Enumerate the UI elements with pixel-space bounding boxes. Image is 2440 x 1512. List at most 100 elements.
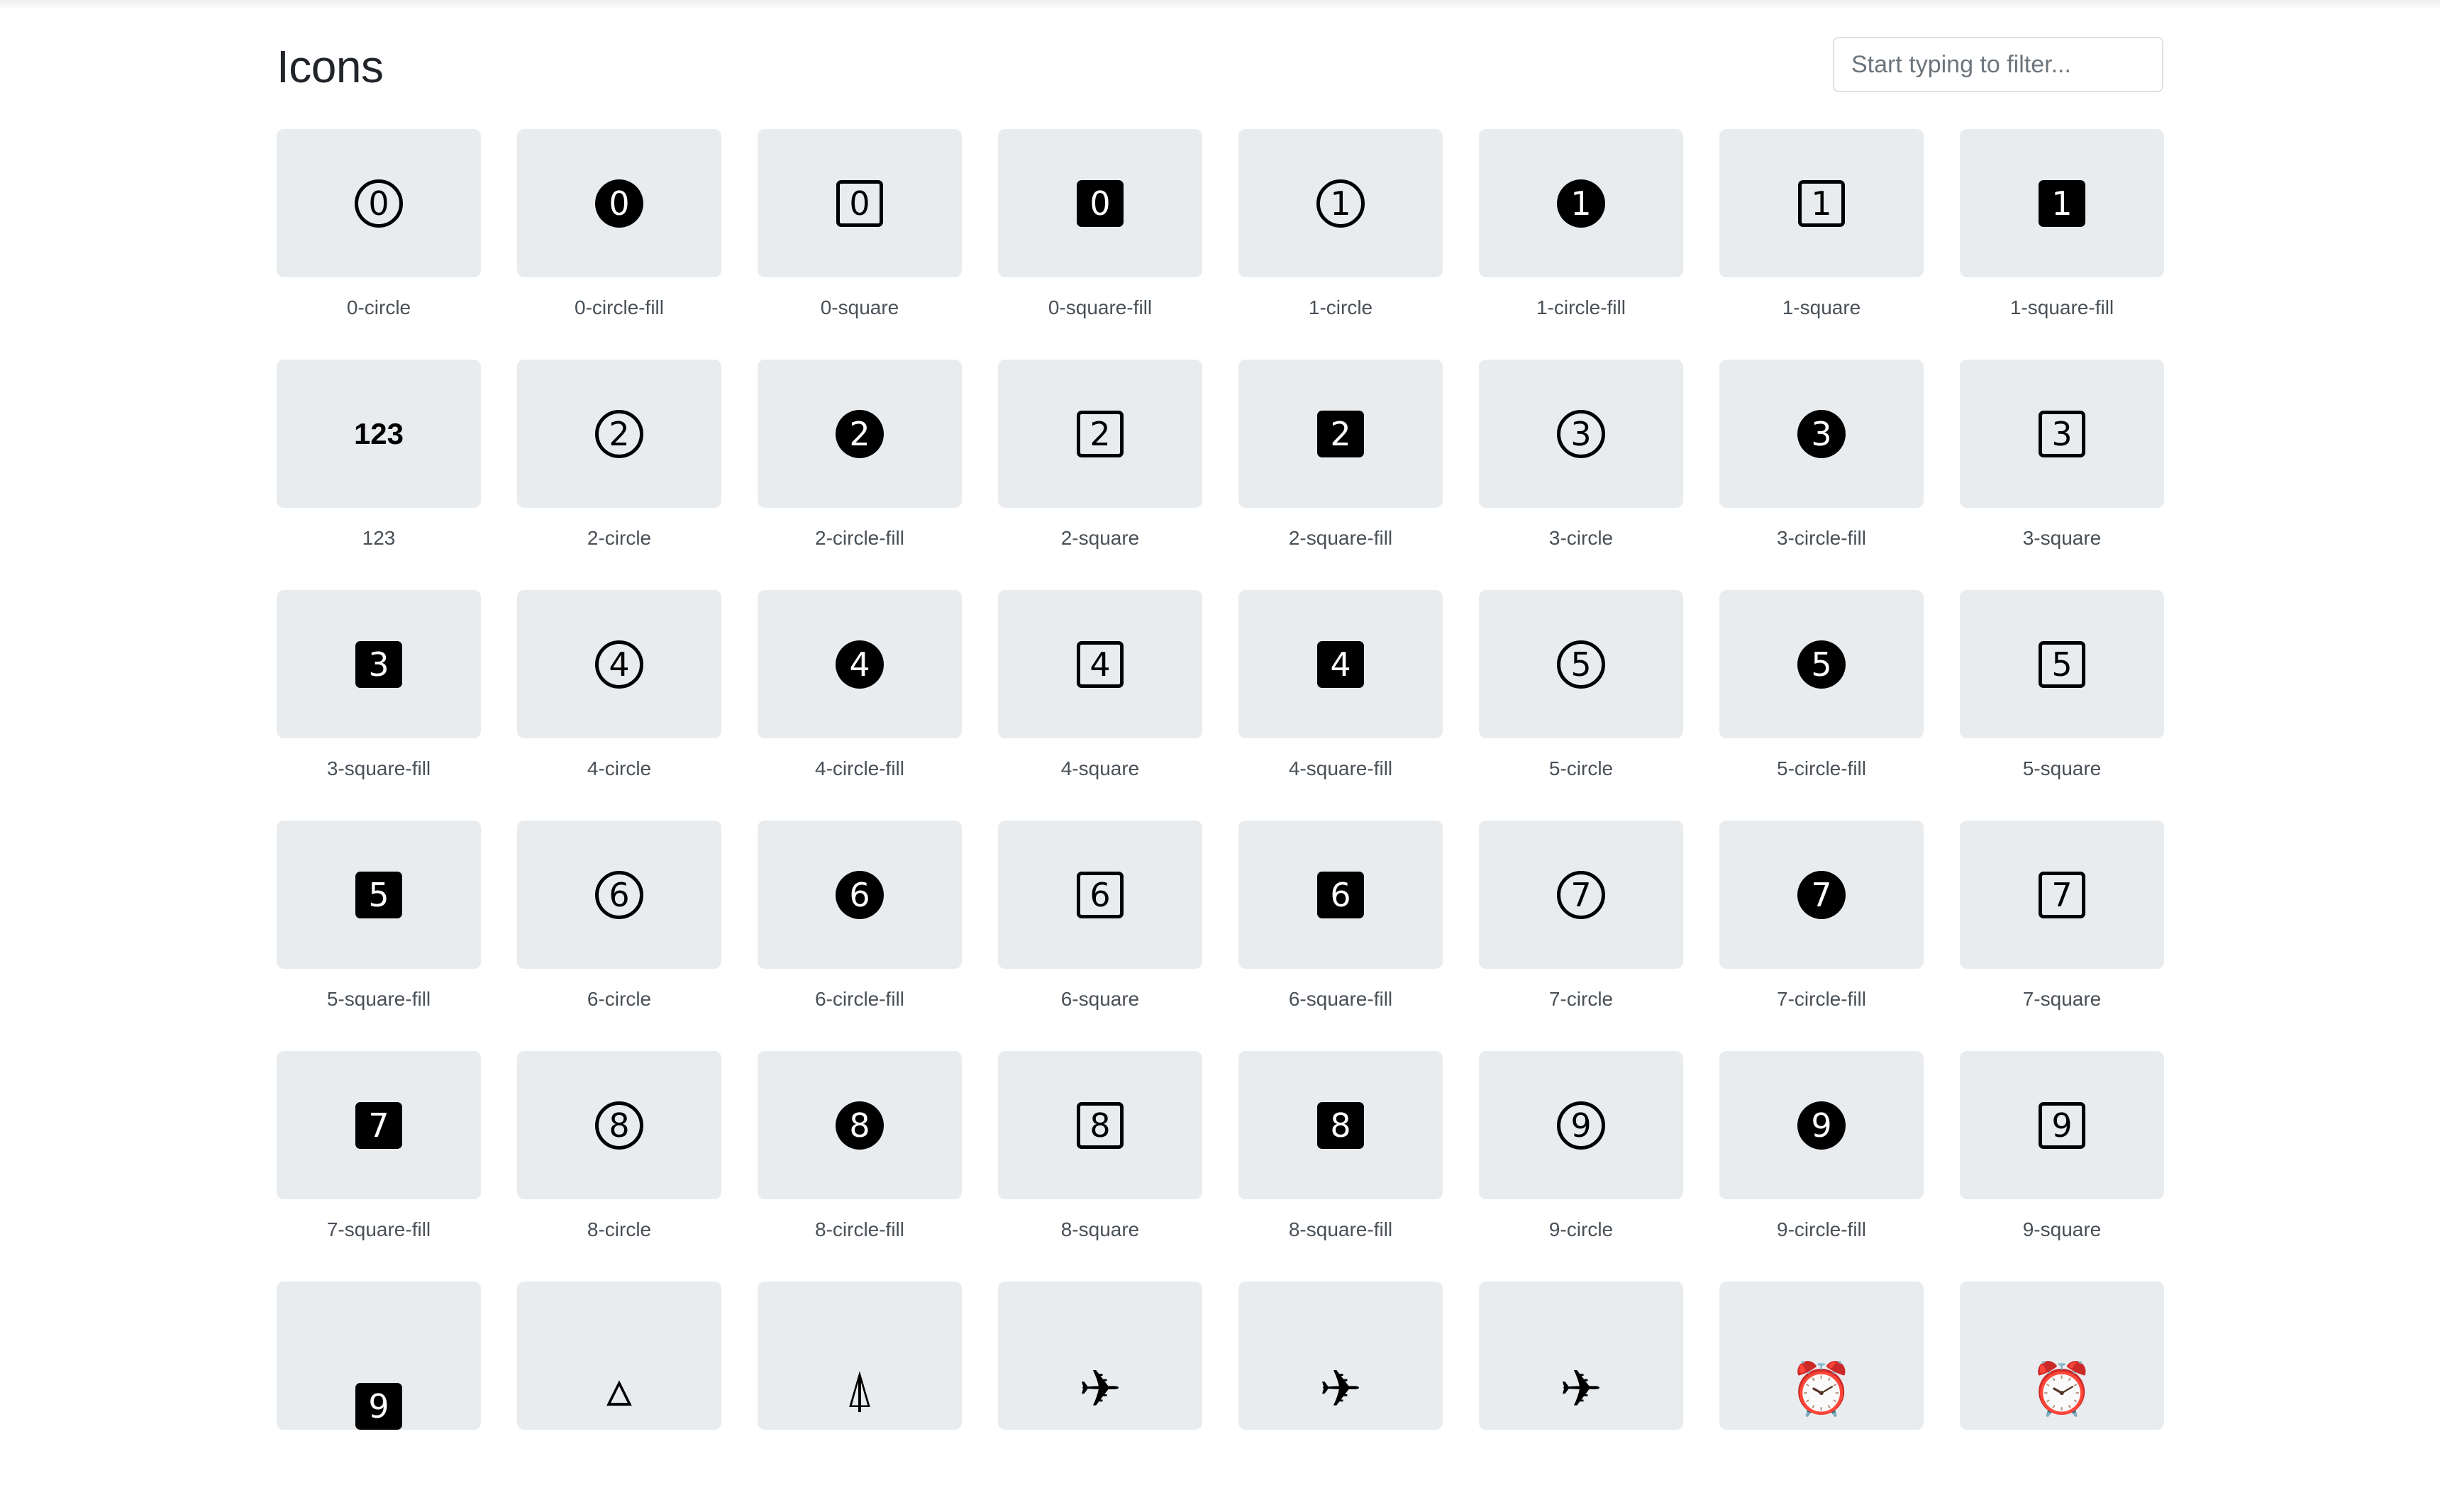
icon-tile[interactable]: 0 (517, 129, 721, 277)
icon-tile[interactable]: 0 (998, 129, 1202, 277)
icon-cell[interactable]: 6 6-circle (517, 821, 721, 1051)
icon-tile[interactable]: 9 (1479, 1051, 1683, 1199)
icon-cell[interactable]: 0 0-circle (277, 129, 481, 360)
icon-tile[interactable]: ▵ (517, 1282, 721, 1430)
icon-cell[interactable]: ✈ (1238, 1282, 1443, 1512)
icon-tile[interactable]: 9 (277, 1282, 481, 1430)
icon-tile[interactable]: 6 (758, 821, 962, 969)
icon-cell[interactable]: 2 2-circle-fill (758, 360, 962, 590)
icon-cell[interactable]: 3 3-square-fill (277, 590, 481, 821)
icon-cell[interactable]: 3 3-square (1960, 360, 2164, 590)
icon-label: 7-circle-fill (1777, 988, 1866, 1010)
icon-cell[interactable]: 7 7-circle-fill (1719, 821, 1924, 1051)
icon-cell[interactable]: 1 1-square-fill (1960, 129, 2164, 360)
icon-tile[interactable]: 9 (1960, 1051, 2164, 1199)
icon-cell[interactable]: 0 0-square-fill (998, 129, 1202, 360)
icon-cell[interactable]: 2 2-circle (517, 360, 721, 590)
icon-cell[interactable]: 7 7-square (1960, 821, 2164, 1051)
icon-tile[interactable]: 8 (1238, 1051, 1443, 1199)
icon-cell[interactable]: 4 4-square-fill (1238, 590, 1443, 821)
icon-tile[interactable]: 4 (517, 590, 721, 738)
icon-cell[interactable]: 6 6-square (998, 821, 1202, 1051)
icon-cell[interactable]: 5 5-circle (1479, 590, 1683, 821)
icon-tile[interactable]: 8 (758, 1051, 962, 1199)
icon-tile[interactable]: 6 (517, 821, 721, 969)
icon-tile[interactable]: 6 (1238, 821, 1443, 969)
icon-cell[interactable]: ⍋ (758, 1282, 962, 1512)
icon-tile[interactable]: 5 (1479, 590, 1683, 738)
icon-cell[interactable]: 9 9-circle-fill (1719, 1051, 1924, 1282)
icon-cell[interactable]: 0 0-circle-fill (517, 129, 721, 360)
icon-tile[interactable]: 2 (758, 360, 962, 508)
icon-tile[interactable]: 1 (1719, 129, 1924, 277)
icon-cell[interactable]: 8 8-circle (517, 1051, 721, 1282)
icon-cell[interactable]: 1 1-circle (1238, 129, 1443, 360)
icon-cell[interactable]: 5 5-square (1960, 590, 2164, 821)
icon-cell[interactable]: 4 4-circle (517, 590, 721, 821)
icon-tile[interactable]: ⏰ (1719, 1282, 1924, 1430)
icon-tile[interactable]: 5 (277, 821, 481, 969)
icon-tile[interactable]: 7 (277, 1051, 481, 1199)
icon-tile[interactable]: ✈ (998, 1282, 1202, 1430)
icon-tile[interactable]: 7 (1719, 821, 1924, 969)
icon-tile[interactable]: 5 (1960, 590, 2164, 738)
icon-tile[interactable]: 8 (998, 1051, 1202, 1199)
icon-tile[interactable]: 123 (277, 360, 481, 508)
icon-tile[interactable]: 0 (277, 129, 481, 277)
icon-cell[interactable]: 7 7-circle (1479, 821, 1683, 1051)
icon-cell[interactable]: ✈ (1479, 1282, 1683, 1512)
icon-cell[interactable]: ⏰ (1719, 1282, 1924, 1512)
icon-tile[interactable]: 9 (1719, 1051, 1924, 1199)
filter-input[interactable] (1833, 37, 2163, 92)
icon-cell[interactable]: 1 1-circle-fill (1479, 129, 1683, 360)
icon-cell[interactable]: 9 9-circle (1479, 1051, 1683, 1282)
icon-tile[interactable]: 3 (1960, 360, 2164, 508)
icon-tile[interactable]: 7 (1960, 821, 2164, 969)
icon-cell[interactable]: 2 2-square (998, 360, 1202, 590)
icon-cell[interactable]: 8 8-square-fill (1238, 1051, 1443, 1282)
7-square-fill-icon: 7 (355, 1101, 402, 1149)
icon-cell[interactable]: 3 3-circle (1479, 360, 1683, 590)
icon-tile[interactable]: 3 (1719, 360, 1924, 508)
icon-tile[interactable]: 8 (517, 1051, 721, 1199)
icon-cell[interactable]: 8 8-square (998, 1051, 1202, 1282)
icon-cell[interactable]: 6 6-square-fill (1238, 821, 1443, 1051)
icon-cell[interactable]: 0 0-square (758, 129, 962, 360)
icon-tile[interactable]: 1 (1960, 129, 2164, 277)
icon-cell[interactable]: 4 4-circle-fill (758, 590, 962, 821)
icon-cell[interactable]: ✈ (998, 1282, 1202, 1512)
icon-tile[interactable]: ✈ (1479, 1282, 1683, 1430)
icon-cell[interactable]: 4 4-square (998, 590, 1202, 821)
icon-tile[interactable]: 1 (1479, 129, 1683, 277)
icon-tile[interactable]: 7 (1479, 821, 1683, 969)
icon-cell[interactable]: 123 123 (277, 360, 481, 590)
icon-tile[interactable]: 3 (277, 590, 481, 738)
0-square-fill-icon: 0 (1077, 179, 1124, 227)
icon-tile[interactable]: 1 (1238, 129, 1443, 277)
icon-cell[interactable]: ⏰ (1960, 1282, 2164, 1512)
icon-cell[interactable]: 1 1-square (1719, 129, 1924, 360)
icon-cell[interactable]: 2 2-square-fill (1238, 360, 1443, 590)
icon-cell[interactable]: 9 9-square (1960, 1051, 2164, 1282)
icon-tile[interactable]: ⍋ (758, 1282, 962, 1430)
icon-cell[interactable]: 7 7-square-fill (277, 1051, 481, 1282)
icon-tile[interactable]: 0 (758, 129, 962, 277)
icon-tile[interactable]: 3 (1479, 360, 1683, 508)
icon-tile[interactable]: 2 (998, 360, 1202, 508)
icon-cell[interactable]: 5 5-circle-fill (1719, 590, 1924, 821)
icon-tile[interactable]: 5 (1719, 590, 1924, 738)
icon-cell[interactable]: 5 5-square-fill (277, 821, 481, 1051)
icon-tile[interactable]: 4 (758, 590, 962, 738)
icon-tile[interactable]: 6 (998, 821, 1202, 969)
icon-tile[interactable]: ✈ (1238, 1282, 1443, 1430)
icon-tile[interactable]: 4 (998, 590, 1202, 738)
icon-cell[interactable]: 6 6-circle-fill (758, 821, 962, 1051)
icon-tile[interactable]: 4 (1238, 590, 1443, 738)
icon-tile[interactable]: 2 (517, 360, 721, 508)
icon-cell[interactable]: 9 (277, 1282, 481, 1512)
icon-cell[interactable]: 8 8-circle-fill (758, 1051, 962, 1282)
icon-tile[interactable]: 2 (1238, 360, 1443, 508)
icon-cell[interactable]: ▵ (517, 1282, 721, 1512)
icon-tile[interactable]: ⏰ (1960, 1282, 2164, 1430)
icon-cell[interactable]: 3 3-circle-fill (1719, 360, 1924, 590)
